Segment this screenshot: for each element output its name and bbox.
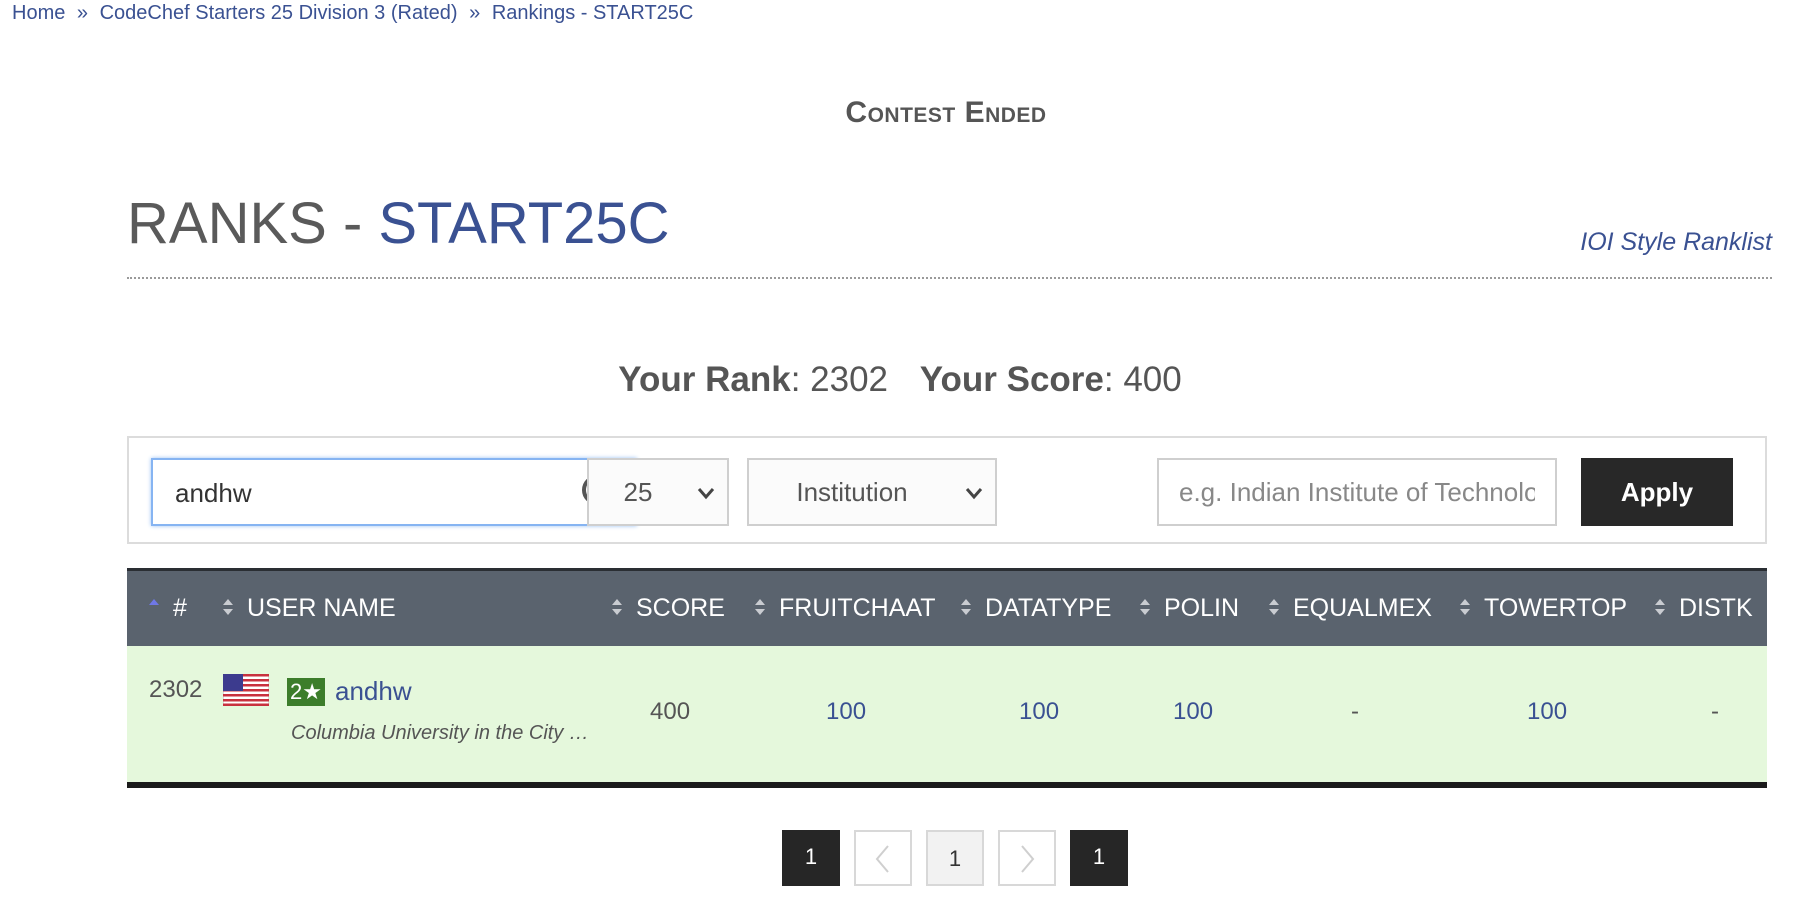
breadcrumb: Home » CodeChef Starters 25 Division 3 (… [12,2,693,25]
breadcrumb-separator: » [76,2,89,24]
filter-type-value: Institution [796,477,908,507]
column-header-label: DATATYPE [985,594,1112,622]
your-rank-value: 2302 [810,360,889,399]
breadcrumb-separator: » [469,2,481,24]
search-input[interactable] [173,474,577,512]
problem-score-polin[interactable]: 100 [1173,698,1213,726]
chevron-right-icon [1021,845,1035,873]
your-score-label: Your Score [919,360,1104,399]
breadcrumb-home-link[interactable]: Home [12,2,65,24]
table-row: 2302 2★ andhw Columbia University in the… [127,646,1767,788]
sort-icon [755,599,765,616]
problem-score-towertop[interactable]: 100 [1527,698,1567,726]
sort-icon [1655,599,1665,616]
column-header-fruitchaat[interactable]: FRUITCHAAT [755,571,935,645]
your-rank-label: Your Rank [618,360,791,399]
sort-icon [223,599,233,616]
username-link[interactable]: andhw [335,676,412,707]
column-header-towertop[interactable]: TOWERTOP [1460,571,1627,645]
problem-score-equalmex: - [1351,698,1359,725]
institution-text: Columbia University in the City … [291,722,589,744]
column-header-username[interactable]: USER NAME [223,571,396,645]
column-header-label: POLIN [1164,594,1240,622]
score-cell: 400 [650,698,691,725]
column-header-label: DISTK [1679,594,1753,622]
apply-button[interactable]: Apply [1581,458,1733,526]
rank-summary: Your Rank: 2302 Your Score: 400 [618,360,1182,399]
filter-type-select[interactable]: Institution [747,458,997,526]
table-header: # USER NAME SCORE FRUITCHAAT DATATYPE PO… [127,568,1767,646]
sort-icon [1460,599,1470,616]
problem-score-datatype[interactable]: 100 [1019,698,1059,726]
sort-icon [612,599,622,616]
sort-asc-icon [149,599,159,606]
sort-icon [1140,599,1150,616]
column-header-datatype[interactable]: DATATYPE [961,571,1111,645]
column-header-label: USER NAME [247,594,396,622]
breadcrumb-rankings-link[interactable]: Rankings - START25C [492,2,694,24]
next-page-button[interactable] [998,830,1056,886]
column-header-rank[interactable]: # [149,571,187,645]
page-title: RANKS - START25C [127,190,670,257]
first-page-button[interactable]: 1 [782,830,840,886]
ioi-ranklist-link[interactable]: IOI Style Ranklist [1580,228,1772,257]
ranking-table: # USER NAME SCORE FRUITCHAAT DATATYPE PO… [127,568,1767,788]
column-header-label: FRUITCHAAT [779,594,936,622]
column-header-label: SCORE [636,594,725,622]
prev-page-button[interactable] [854,830,912,886]
contest-status: Contest Ended [845,96,1047,129]
chevron-down-icon [697,488,715,500]
breadcrumb-contest-link[interactable]: CodeChef Starters 25 Division 3 (Rated) [100,2,458,24]
sort-icon [1269,599,1279,616]
search-box [151,458,637,526]
page-size-value: 25 [623,477,653,507]
flag-usa-icon [223,674,269,706]
contest-code: START25C [378,191,670,256]
column-header-label: TOWERTOP [1484,594,1628,622]
column-header-distk[interactable]: DISTK [1655,571,1753,645]
your-score-value: 400 [1123,360,1182,399]
chevron-down-icon [965,488,983,500]
institution-input[interactable] [1157,458,1557,526]
sort-icon [961,599,971,616]
page-title-prefix: RANKS - [127,191,379,256]
problem-score-distk: - [1711,698,1719,725]
title-divider [127,277,1772,279]
column-header-label: # [173,594,187,622]
current-page-button[interactable]: 1 [926,830,984,886]
column-header-polin[interactable]: POLIN [1140,571,1239,645]
rank-cell: 2302 [149,676,203,703]
problem-score-fruitchaat[interactable]: 100 [826,698,866,726]
last-page-button[interactable]: 1 [1070,830,1128,886]
column-header-label: EQUALMEX [1293,594,1432,622]
filter-bar: 25 Institution Apply [127,436,1767,544]
column-header-equalmex[interactable]: EQUALMEX [1269,571,1432,645]
column-header-score[interactable]: SCORE [612,571,725,645]
rating-stars-badge: 2★ [287,678,325,706]
page-size-select[interactable]: 25 [587,458,729,526]
chevron-left-icon [875,845,889,873]
